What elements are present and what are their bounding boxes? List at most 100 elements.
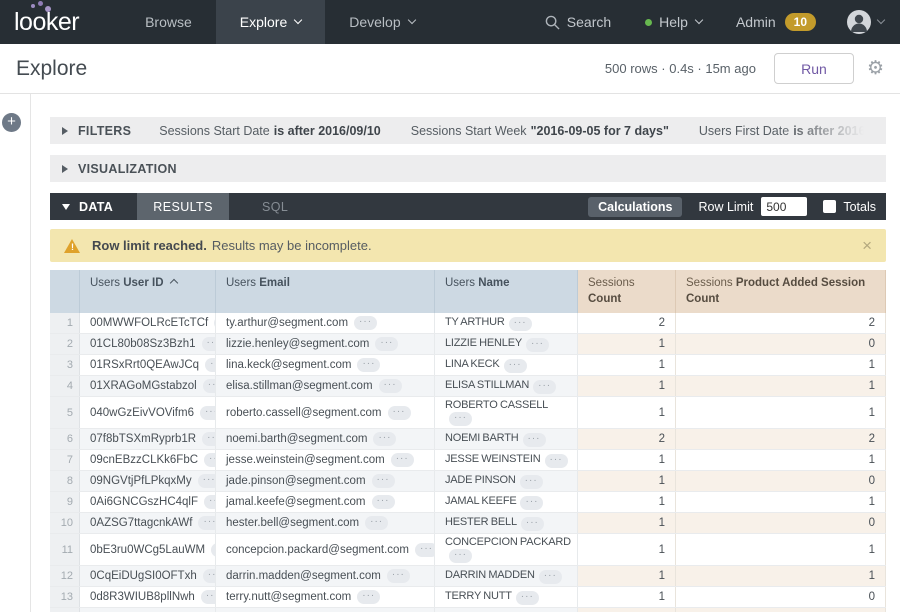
cell-menu-icon[interactable]: ··· [372,474,395,488]
cell-menu-icon[interactable]: ··· [198,474,216,488]
chevron-down-icon [695,16,703,24]
filters-toggle[interactable]: FILTERS [62,124,131,138]
column-header-user-id[interactable]: Users User ID [80,270,216,313]
sessions-count-cell[interactable]: 1 [578,566,676,586]
name-value: JADE PINSON··· [445,474,543,489]
nav-item-browse[interactable]: Browse [121,0,216,44]
help-menu[interactable]: Help [645,14,702,30]
column-header-name[interactable]: Users Name [435,270,578,313]
sessions-count-cell[interactable]: 1 [578,587,676,607]
product-added-count-cell[interactable]: 2 [676,429,886,449]
cell-menu-icon[interactable]: ··· [354,316,377,330]
email-cell: elisa.stillman@segment.com··· [216,376,435,396]
product-added-count-cell[interactable]: 0 [676,513,886,533]
product-added-count-cell[interactable]: 0 [676,334,886,354]
column-header-count[interactable]: Sessions Count [578,270,676,313]
cell-menu-icon[interactable]: ··· [203,379,216,393]
cell-menu-icon[interactable]: ··· [202,432,216,446]
user-menu[interactable] [846,9,884,35]
product-added-count-cell[interactable]: 1 [676,355,886,375]
product-added-count-cell[interactable]: 0 [676,471,886,491]
sessions-count-cell[interactable]: 1 [578,376,676,396]
cell-menu-icon[interactable]: ··· [373,432,396,446]
cell-menu-icon[interactable]: ··· [521,517,544,531]
tab-results[interactable]: RESULTS [137,193,229,220]
add-button[interactable]: + [2,113,21,132]
search-button[interactable]: Search [545,14,611,30]
nav-item-develop[interactable]: Develop [325,0,438,44]
cell-menu-icon[interactable]: ··· [391,453,414,467]
product-added-count-cell[interactable]: 2 [676,313,886,333]
filter-item[interactable]: Users First Dateis after 2016/09/10 [699,124,886,138]
close-icon[interactable]: × [862,237,872,254]
cell-menu-icon[interactable]: ··· [449,549,472,563]
cell-menu-icon[interactable]: ··· [523,433,546,447]
cell-menu-icon[interactable]: ··· [204,495,216,509]
cell-menu-icon[interactable]: ··· [379,379,402,393]
sessions-count-cell[interactable]: 1 [578,492,676,512]
cell-menu-icon[interactable]: ··· [205,358,216,372]
cell-menu-icon[interactable]: ··· [357,590,380,604]
row-limit-input[interactable] [761,197,807,216]
filter-item[interactable]: Sessions Start Dateis after 2016/09/10 [159,124,381,138]
totals-checkbox[interactable] [823,200,836,213]
cell-menu-icon[interactable]: ··· [509,317,532,331]
product-added-count-cell[interactable]: 0 [676,587,886,607]
cell-menu-icon[interactable]: ··· [200,406,216,420]
cell-menu-icon[interactable]: ··· [202,337,217,351]
data-toggle[interactable]: DATA [50,193,137,220]
cell-menu-icon[interactable]: ··· [357,358,380,372]
cell-menu-icon[interactable]: ··· [375,337,398,351]
product-added-count-cell[interactable]: 1 [676,492,886,512]
product-added-count-cell[interactable]: 1 [676,397,886,428]
visualization-toggle[interactable]: VISUALIZATION [62,162,177,176]
cell-menu-icon[interactable]: ··· [539,570,562,584]
calculations-button[interactable]: Calculations [588,197,682,217]
tab-sql[interactable]: SQL [229,193,321,220]
cell-menu-icon[interactable]: ··· [204,453,216,467]
nav-item-explore[interactable]: Explore [216,0,325,44]
sessions-count-cell[interactable]: 1 [578,397,676,428]
cell-menu-icon[interactable]: ··· [203,569,216,583]
email-cell: lina.keck@segment.com··· [216,355,435,375]
cell-menu-icon[interactable]: ··· [415,543,435,557]
sessions-count-cell[interactable]: 2 [578,429,676,449]
nav-right: Search Help Admin 10 [545,9,884,35]
cell-menu-icon[interactable]: ··· [526,338,549,352]
cell-menu-icon[interactable]: ··· [504,359,527,373]
column-header-email[interactable]: Users Email [216,270,435,313]
cell-menu-icon[interactable]: ··· [365,516,388,530]
sessions-count-cell[interactable]: 1 [578,355,676,375]
sessions-count-cell[interactable]: 2 [578,313,676,333]
product-added-count-cell[interactable]: 1 [676,566,886,586]
admin-menu[interactable]: Admin 10 [736,13,816,31]
sessions-count-cell[interactable]: 1 [578,471,676,491]
sessions-count-cell[interactable]: 1 [578,534,676,565]
filter-item[interactable]: Sessions Start Week"2016-09-05 for 7 day… [411,124,669,138]
gear-icon[interactable]: ⚙ [867,59,884,78]
cell-menu-icon[interactable]: ··· [520,475,543,489]
cell-menu-icon[interactable]: ··· [520,496,543,510]
product-added-count-cell[interactable]: 1 [676,450,886,470]
cell-menu-icon[interactable]: ··· [201,590,216,604]
cell-menu-icon[interactable]: ··· [545,454,568,468]
cell-menu-icon[interactable]: ··· [449,412,472,426]
cell-menu-icon[interactable]: ··· [372,495,395,509]
sessions-count-cell[interactable]: 1 [578,334,676,354]
run-button[interactable]: Run [774,53,854,84]
user-id-cell: 0AZSG7ttagcnkAWf··· [80,513,216,533]
sessions-count-cell[interactable] [578,608,676,612]
cell-menu-icon[interactable]: ··· [533,380,556,394]
product-added-count-cell[interactable]: 1 [676,376,886,396]
sessions-count-cell[interactable]: 1 [578,450,676,470]
top-nav: looker Browse Explore Develop Search Hel… [0,0,900,44]
looker-logo[interactable]: looker [14,8,79,37]
cell-menu-icon[interactable]: ··· [516,591,539,605]
sessions-count-cell[interactable]: 1 [578,513,676,533]
product-added-count-cell[interactable]: 1 [676,534,886,565]
product-added-count-cell[interactable] [676,608,886,612]
cell-menu-icon[interactable]: ··· [388,406,411,420]
column-header-product-added-session-count[interactable]: Sessions Product Added Session Count [676,270,886,313]
cell-menu-icon[interactable]: ··· [198,516,216,530]
cell-menu-icon[interactable]: ··· [387,569,410,583]
